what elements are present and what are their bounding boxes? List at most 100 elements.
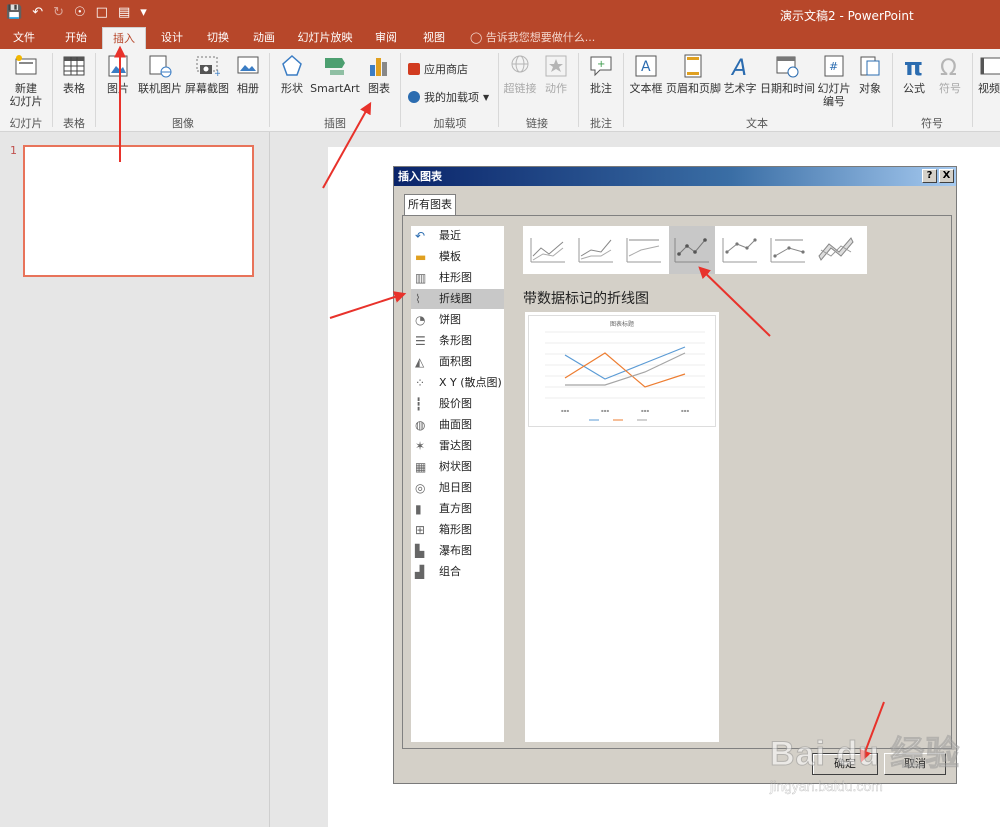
tab-slideshow[interactable]: 幻灯片放映	[292, 27, 358, 49]
chart-button[interactable]: 图表	[364, 53, 394, 95]
chart-type-item[interactable]: ✶ 雷达图	[411, 436, 504, 456]
folder-icon: ▬	[415, 250, 427, 264]
chart-preview-panel[interactable]: 图表标题 ▪▪▪ ▪▪▪ ▪▪▪ ▪▪▪	[525, 312, 719, 742]
new-slide-icon	[15, 55, 37, 75]
date-time-button[interactable]: 日期和时间	[760, 53, 815, 95]
chart-type-item[interactable]: ⊞ 箱形图	[411, 520, 504, 540]
subtype-stacked-line[interactable]	[573, 226, 619, 274]
picture-label: 图片	[107, 82, 129, 95]
treemap-chart-icon: ▦	[415, 460, 427, 474]
watermark-brand: Bai du 经验	[769, 735, 961, 774]
customize-qat-icon[interactable]: ▾	[140, 3, 147, 23]
redo-icon[interactable]: ↻	[53, 3, 64, 23]
online-picture-button[interactable]: 联机图片	[138, 53, 182, 95]
undo-icon[interactable]: ↶	[32, 3, 43, 23]
my-addins-button[interactable]: 我的加载项 ▼	[408, 89, 489, 105]
store-button[interactable]: 应用商店	[408, 61, 468, 77]
ribbon-divider	[269, 53, 270, 127]
textbox-button[interactable]: A 文本框	[628, 53, 664, 95]
bar-chart-icon: ☰	[415, 334, 426, 348]
tab-design[interactable]: 设计	[152, 27, 192, 49]
boxwhisker-chart-icon: ⊞	[415, 523, 426, 537]
chart-type-label: 模板	[439, 250, 461, 263]
chart-type-item[interactable]: ◍ 曲面图	[411, 415, 504, 435]
chart-icon	[370, 58, 387, 76]
new-slide-button[interactable]: 新建 幻灯片	[4, 53, 48, 108]
textbox-icon: A	[635, 55, 657, 77]
tab-transitions[interactable]: 切换	[198, 27, 238, 49]
subtype-100-stacked-line[interactable]	[621, 226, 667, 274]
slide-thumbnail[interactable]	[23, 145, 254, 277]
symbol-label: 符号	[939, 82, 961, 95]
calendar-icon	[776, 56, 799, 78]
help-button[interactable]: ?	[922, 169, 937, 183]
ribbon-divider	[892, 53, 893, 127]
column-chart-icon: ▥	[415, 271, 427, 285]
tab-home[interactable]: 开始	[56, 27, 96, 49]
tab-review[interactable]: 审阅	[366, 27, 406, 49]
tab-insert[interactable]: 插入	[102, 27, 146, 49]
chart-type-label: 直方图	[439, 502, 472, 515]
hyperlink-button[interactable]: 超链接	[502, 53, 538, 95]
start-from-beginning-icon[interactable]: ☉	[74, 3, 86, 23]
slide-number-button[interactable]: # 幻灯片 编号	[816, 53, 852, 108]
video-button[interactable]: 视频	[978, 53, 1000, 95]
recent-icon: ↶	[415, 229, 426, 243]
chart-type-item[interactable]: ▦ 树状图	[411, 457, 504, 477]
close-button[interactable]: X	[939, 169, 954, 183]
chart-type-item[interactable]: ▮ 直方图	[411, 499, 504, 519]
subtype-100-stacked-line-markers[interactable]	[765, 226, 811, 274]
chart-type-item[interactable]: ◎ 旭日图	[411, 478, 504, 498]
chart-type-item[interactable]: ↶ 最近	[411, 226, 504, 246]
screenshot-button[interactable]: + 屏幕截图	[184, 53, 230, 95]
tab-file[interactable]: 文件	[4, 27, 44, 49]
chart-type-item[interactable]: ▟ 组合	[411, 562, 504, 582]
album-button[interactable]: 相册	[232, 53, 264, 95]
subtype-line-with-markers[interactable]	[669, 226, 715, 274]
tab-animations[interactable]: 动画	[244, 27, 284, 49]
chart-type-label: 面积图	[439, 355, 472, 368]
chart-subtype-gallery	[523, 226, 867, 274]
comment-button[interactable]: + 批注	[586, 53, 616, 95]
title-bar: 💾 ↶ ↻ ☉ □ ▤ ▾ 演示文稿2 - PowerPoint	[0, 0, 1000, 27]
tell-me-box[interactable]: ◯ 告诉我您想要做什么...	[470, 27, 595, 49]
dialog-tab-body: ↶ 最近 ▬ 模板 ▥ 柱形图 ⌇ 折线图 ◔ 饼图 ☰ 条形图 ◭ 面积图 ⁘ X Y (散点图) ┇ 股价图 ◍…	[402, 215, 952, 749]
chart-type-item[interactable]: ⁘ X Y (散点图)	[411, 373, 504, 393]
preview-chart-title: 图表标题	[610, 320, 634, 328]
save-icon[interactable]: 💾	[6, 3, 22, 23]
chart-type-item[interactable]: ⌇ 折线图	[411, 289, 504, 309]
header-footer-button[interactable]: 页眉和页脚	[666, 53, 721, 95]
chart-type-label: 最近	[439, 229, 461, 242]
equation-button[interactable]: π 公式	[898, 53, 930, 95]
smartart-button[interactable]: SmartArt	[310, 53, 360, 95]
object-button[interactable]: 对象	[854, 53, 886, 95]
tab-view[interactable]: 视图	[414, 27, 454, 49]
print-preview-icon[interactable]: ▤	[118, 3, 130, 23]
chart-type-item[interactable]: ▬ 模板	[411, 247, 504, 267]
chart-type-item[interactable]: ◭ 面积图	[411, 352, 504, 372]
chart-type-item[interactable]: ☰ 条形图	[411, 331, 504, 351]
ribbon-divider	[623, 53, 624, 127]
action-button[interactable]: 动作	[540, 53, 572, 95]
new-file-icon[interactable]: □	[96, 3, 108, 23]
picture-button[interactable]: 图片	[102, 53, 134, 95]
subtype-3d-line[interactable]	[813, 226, 859, 274]
symbol-button[interactable]: Ω 符号	[934, 53, 966, 95]
waterfall-chart-icon: ▙	[415, 544, 425, 558]
chart-type-label: 瀑布图	[439, 544, 472, 557]
tab-all-charts[interactable]: 所有图表	[404, 194, 456, 216]
subtype-stacked-line-markers[interactable]	[717, 226, 763, 274]
online-picture-label: 联机图片	[138, 82, 182, 95]
chart-type-item[interactable]: ▥ 柱形图	[411, 268, 504, 288]
wordart-button[interactable]: A 艺术字	[722, 53, 758, 95]
chart-type-item[interactable]: ┇ 股价图	[411, 394, 504, 414]
table-button[interactable]: 表格	[58, 53, 90, 95]
shapes-button[interactable]: 形状	[276, 53, 308, 95]
subtype-line[interactable]	[525, 226, 571, 274]
camera-icon: +	[196, 56, 220, 79]
chart-type-item[interactable]: ▙ 瀑布图	[411, 541, 504, 561]
video-label: 视频	[978, 82, 1000, 95]
group-label-addins: 加载项	[433, 117, 467, 130]
chart-type-item[interactable]: ◔ 饼图	[411, 310, 504, 330]
series-1-line	[564, 346, 686, 380]
